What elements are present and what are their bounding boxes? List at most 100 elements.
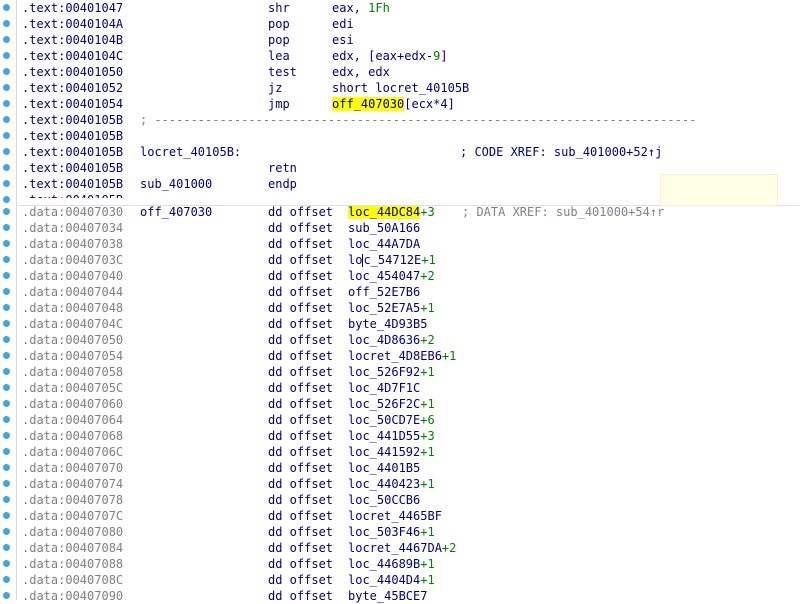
- disassembly-listing[interactable]: .text:00401047 shr eax, 1Fh .text:0040104A p…: [22, 0, 800, 603]
- code-line[interactable]: .text:0040104C lea edx, [eax+edx-9]: [22, 48, 782, 64]
- offset-target[interactable]: byte_45BCE7: [348, 588, 427, 604]
- data-row[interactable]: .data:0040705C dd offset loc_4D7F1C: [22, 380, 782, 396]
- code-line[interactable]: .text:0040104B pop esi: [22, 32, 782, 48]
- breakpoint-dot[interactable]: [3, 148, 10, 155]
- data-row[interactable]: .data:00407074 dd offset loc_440423+1: [22, 476, 782, 492]
- data-row[interactable]: .data:0040706C dd offset loc_441592+1: [22, 444, 782, 460]
- data-row[interactable]: .data:00407064 dd offset loc_50CD7E+6: [22, 412, 782, 428]
- breakpoint-dot[interactable]: [3, 416, 10, 423]
- offset-target[interactable]: loc_52E7A5+1: [348, 300, 435, 316]
- data-row[interactable]: .data:00407090 dd offset byte_45BCE7: [22, 588, 782, 604]
- offset-target[interactable]: locret_4D8EB6+1: [348, 348, 456, 364]
- data-row[interactable]: .data:00407038 dd offset loc_44A7DA: [22, 236, 782, 252]
- offset-target[interactable]: loc_4401B5: [348, 460, 420, 476]
- offset-target[interactable]: off_52E7B6: [348, 284, 420, 300]
- offset-target[interactable]: loc_44DC84+3: [348, 204, 435, 220]
- data-row[interactable]: .data:0040703C dd offset loc_54712E+1: [22, 252, 782, 268]
- breakpoint-dot[interactable]: [3, 20, 10, 27]
- offset-target[interactable]: loc_526F92+1: [348, 364, 435, 380]
- offset-target[interactable]: loc_441592+1: [348, 444, 435, 460]
- breakpoint-dot[interactable]: [3, 208, 10, 215]
- breakpoint-dot[interactable]: [3, 4, 10, 11]
- data-row[interactable]: .data:00407078 dd offset loc_50CCB6: [22, 492, 782, 508]
- breakpoint-dot[interactable]: [3, 528, 10, 535]
- blank-line[interactable]: .text:0040105B: [22, 128, 782, 144]
- xref-comment[interactable]: ; DATA XREF: sub_401000+54↑r: [462, 204, 664, 220]
- separator-line[interactable]: .text:0040105B ; ------------------------…: [22, 112, 782, 128]
- data-row[interactable]: .data:00407048 dd offset loc_52E7A5+1: [22, 300, 782, 316]
- offset-target[interactable]: loc_4404D4+1: [348, 572, 435, 588]
- data-row[interactable]: .data:00407054 dd offset locret_4D8EB6+1: [22, 348, 782, 364]
- data-table-header[interactable]: .data:00407030 off_407030 dd offset loc_44D…: [22, 204, 782, 220]
- code-label[interactable]: locret_40105B:: [140, 144, 241, 160]
- data-row[interactable]: .data:00407080 dd offset loc_503F46+1: [22, 524, 782, 540]
- breakpoint-dot[interactable]: [3, 196, 10, 203]
- xref-comment[interactable]: ; CODE XREF: sub_401000+52↑j: [460, 144, 662, 160]
- breakpoint-dot[interactable]: [3, 368, 10, 375]
- breakpoint-dot[interactable]: [3, 512, 10, 519]
- breakpoint-dot[interactable]: [3, 240, 10, 247]
- breakpoint-dot[interactable]: [3, 352, 10, 359]
- breakpoint-dot[interactable]: [3, 256, 10, 263]
- offset-target[interactable]: loc_440423+1: [348, 476, 435, 492]
- breakpoint-dot[interactable]: [3, 480, 10, 487]
- offset-target[interactable]: loc_44A7DA: [348, 236, 420, 252]
- offset-target[interactable]: loc_454047+2: [348, 268, 435, 284]
- breakpoint-dot[interactable]: [3, 560, 10, 567]
- offset-target[interactable]: loc_4D7F1C: [348, 380, 420, 396]
- breakpoint-dot[interactable]: [3, 544, 10, 551]
- breakpoint-dot[interactable]: [3, 320, 10, 327]
- offset-target[interactable]: byte_4D93B5: [348, 316, 427, 332]
- breakpoint-dot[interactable]: [3, 100, 10, 107]
- offset-target[interactable]: loc_54712E+1: [348, 252, 436, 268]
- highlighted-operand[interactable]: off_407030: [332, 97, 405, 111]
- offset-target[interactable]: locret_4465BF: [348, 508, 442, 524]
- label-line[interactable]: .text:0040105B locret_40105B: ; CODE XREF:…: [22, 144, 782, 160]
- offset-target[interactable]: loc_503F46+1: [348, 524, 435, 540]
- code-line[interactable]: .text:00401050 test edx, edx: [22, 64, 782, 80]
- offset-target[interactable]: sub_50A166: [348, 220, 420, 236]
- breakpoint-dot[interactable]: [3, 496, 10, 503]
- offset-target[interactable]: loc_44689B+1: [348, 556, 435, 572]
- offset-target[interactable]: locret_4467DA+2: [348, 540, 456, 556]
- code-line[interactable]: .text:00401052 jz short locret_40105B: [22, 80, 782, 96]
- data-row[interactable]: .data:00407068 dd offset loc_441D55+3: [22, 428, 782, 444]
- code-line[interactable]: .text:0040104A pop edi: [22, 16, 782, 32]
- breakpoint-dot[interactable]: [3, 180, 10, 187]
- offset-target[interactable]: loc_526F2C+1: [348, 396, 435, 412]
- breakpoint-dot[interactable]: [3, 36, 10, 43]
- data-row[interactable]: .data:0040708C dd offset loc_4404D4+1: [22, 572, 782, 588]
- function-name[interactable]: sub_401000: [140, 176, 212, 192]
- breakpoint-dot[interactable]: [3, 464, 10, 471]
- data-row[interactable]: .data:00407084 dd offset locret_4467DA+2: [22, 540, 782, 556]
- offset-target[interactable]: loc_4D8636+2: [348, 332, 435, 348]
- breakpoint-dot[interactable]: [3, 576, 10, 583]
- breakpoint-gutter[interactable]: [0, 0, 18, 600]
- breakpoint-dot[interactable]: [3, 224, 10, 231]
- table-label[interactable]: off_407030: [140, 204, 212, 220]
- data-row[interactable]: .data:00407040 dd offset loc_454047+2: [22, 268, 782, 284]
- data-row[interactable]: .data:00407058 dd offset loc_526F92+1: [22, 364, 782, 380]
- breakpoint-dot[interactable]: [3, 592, 10, 599]
- breakpoint-dot[interactable]: [3, 400, 10, 407]
- offset-target[interactable]: loc_50CD7E+6: [348, 412, 435, 428]
- breakpoint-dot[interactable]: [3, 164, 10, 171]
- breakpoint-dot[interactable]: [3, 68, 10, 75]
- breakpoint-dot[interactable]: [3, 116, 10, 123]
- code-line[interactable]: .text:00401054 jmp off_407030[ecx*4]: [22, 96, 782, 112]
- breakpoint-dot[interactable]: [3, 448, 10, 455]
- breakpoint-dot[interactable]: [3, 288, 10, 295]
- breakpoint-dot[interactable]: [3, 304, 10, 311]
- breakpoint-dot[interactable]: [3, 384, 10, 391]
- offset-target[interactable]: loc_50CCB6: [348, 492, 420, 508]
- breakpoint-dot[interactable]: [3, 132, 10, 139]
- breakpoint-dot[interactable]: [3, 84, 10, 91]
- breakpoint-dot[interactable]: [3, 272, 10, 279]
- breakpoint-dot[interactable]: [3, 336, 10, 343]
- data-row[interactable]: .data:00407070 dd offset loc_4401B5: [22, 460, 782, 476]
- data-row[interactable]: .data:00407060 dd offset loc_526F2C+1: [22, 396, 782, 412]
- code-line[interactable]: .text:00401047 shr eax, 1Fh: [22, 0, 782, 16]
- breakpoint-dot[interactable]: [3, 432, 10, 439]
- data-row[interactable]: .data:00407088 dd offset loc_44689B+1: [22, 556, 782, 572]
- data-row[interactable]: .data:00407050 dd offset loc_4D8636+2: [22, 332, 782, 348]
